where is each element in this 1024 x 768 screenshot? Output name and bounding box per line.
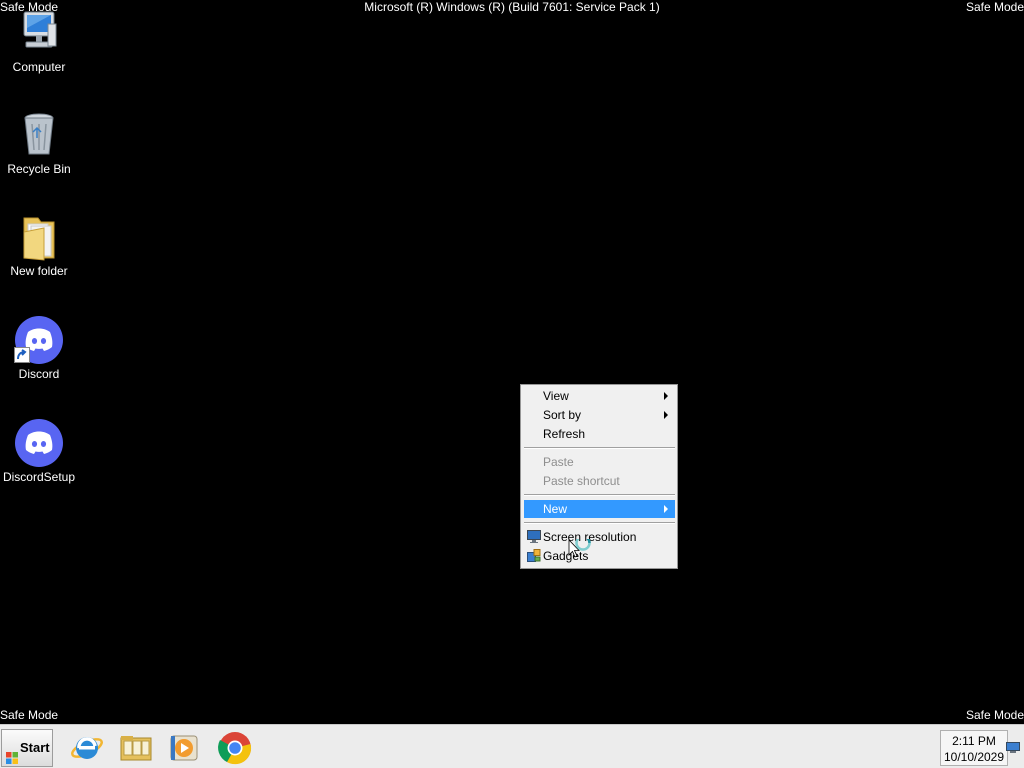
taskbar-chrome[interactable]	[217, 730, 253, 766]
menu-item-label: Refresh	[543, 427, 586, 441]
internet-explorer-icon	[69, 737, 105, 768]
menu-item-gadgets[interactable]: Gadgets	[524, 547, 675, 565]
menu-item-label: View	[543, 389, 569, 403]
discord-icon	[14, 418, 64, 468]
taskbar-media-player[interactable]	[166, 730, 202, 766]
desktop-icon-label: New folder	[10, 264, 68, 278]
computer-icon	[14, 8, 64, 58]
recycle-bin-icon	[14, 110, 64, 160]
discord-icon	[14, 315, 64, 365]
safe-mode-label-bottom-right: Safe Mode	[965, 708, 1024, 722]
desktop-icon-label: Recycle Bin	[7, 162, 71, 176]
submenu-arrow-icon	[664, 505, 668, 513]
file-explorer-icon	[118, 736, 154, 768]
desktop-context-menu: View Sort by Refresh Paste Paste shortcu…	[520, 384, 678, 569]
safe-mode-label-top-right: Safe Mode	[965, 0, 1024, 14]
windows-build-text: Microsoft (R) Windows (R) (Build 7601: S…	[364, 0, 660, 14]
menu-item-new[interactable]: New	[524, 500, 675, 518]
start-button[interactable]: Start	[1, 729, 53, 767]
submenu-arrow-icon	[664, 411, 668, 419]
menu-separator	[524, 447, 675, 449]
menu-item-label: Sort by	[543, 408, 582, 422]
menu-item-screen-resolution[interactable]: Screen resolution	[524, 528, 675, 546]
menu-item-paste: Paste	[524, 453, 675, 471]
clock-date: 10/10/2029	[943, 750, 1005, 764]
mouse-cursor-busy-icon	[568, 535, 596, 565]
menu-item-label: New	[543, 502, 568, 516]
chrome-icon	[217, 732, 253, 768]
gadgets-icon	[527, 549, 541, 562]
desktop-icon-label: Discord	[18, 367, 60, 381]
monitor-icon	[527, 530, 541, 543]
system-clock[interactable]: 2:11 PM 10/10/2029	[940, 730, 1008, 766]
menu-separator	[524, 522, 675, 524]
taskbar-internet-explorer[interactable]	[69, 730, 105, 766]
taskbar-windows-explorer[interactable]	[118, 730, 154, 766]
desktop-icon-label: Computer	[12, 60, 66, 74]
media-player-icon	[166, 735, 202, 768]
menu-separator	[524, 494, 675, 496]
menu-item-refresh[interactable]: Refresh	[524, 425, 675, 443]
desktop-icon-recycle-bin[interactable]: Recycle Bin	[0, 110, 78, 176]
menu-item-view[interactable]: View	[524, 387, 675, 405]
taskbar: Start 2:11 PM 10/10/2029	[0, 724, 1024, 768]
submenu-arrow-icon	[664, 392, 668, 400]
shortcut-arrow-icon	[14, 347, 30, 363]
desktop-icon-computer[interactable]: Computer	[0, 8, 78, 74]
show-desktop-icon[interactable]	[1006, 741, 1020, 753]
desktop-icon-label: DiscordSetup	[2, 470, 76, 484]
safe-mode-label-bottom-left: Safe Mode	[0, 708, 59, 722]
clock-time: 2:11 PM	[952, 734, 996, 748]
start-label: Start	[20, 740, 50, 755]
menu-item-label: Paste shortcut	[543, 474, 620, 488]
folder-icon	[14, 212, 64, 262]
desktop-icon-discordsetup[interactable]: DiscordSetup	[0, 418, 78, 484]
desktop-icon-discord[interactable]: Discord	[0, 315, 78, 381]
menu-item-paste-shortcut: Paste shortcut	[524, 472, 675, 490]
menu-item-sort-by[interactable]: Sort by	[524, 406, 675, 424]
desktop-icon-new-folder[interactable]: New folder	[0, 212, 78, 278]
windows-logo-icon	[6, 742, 18, 764]
menu-item-label: Paste	[543, 455, 574, 469]
